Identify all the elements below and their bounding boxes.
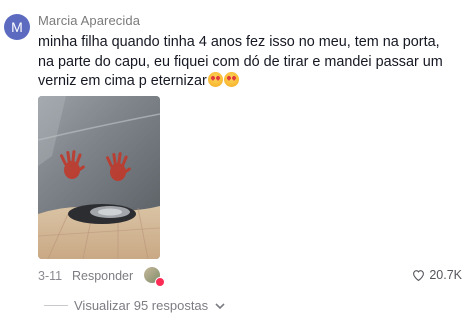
comment-avatar[interactable]: M: [4, 14, 30, 40]
comment-photo[interactable]: [38, 96, 160, 259]
heart-eyes-emoji-icon: [207, 72, 223, 87]
like-button[interactable]: 20.7K: [412, 268, 462, 282]
avatar-letter: M: [11, 19, 23, 35]
reply-button[interactable]: Responder: [72, 269, 133, 283]
comment-body: minha filha quando tinha 4 anos fez isso…: [38, 34, 443, 89]
comment-meta-row: 3-11 Responder 20.7K: [38, 267, 462, 287]
heart-eyes-emoji-icon: [223, 72, 239, 87]
view-replies-button[interactable]: Visualizar 95 respostas: [44, 298, 226, 313]
comment-date: 3-11: [38, 269, 63, 283]
car-handprints-image: [38, 96, 160, 259]
replies-divider-line: [44, 305, 68, 306]
comment-username[interactable]: Marcia Aparecida: [38, 13, 140, 28]
creator-liked-heart-badge: [155, 277, 165, 287]
view-replies-label: Visualizar 95 respostas: [74, 298, 209, 313]
comment-text: minha filha quando tinha 4 anos fez isso…: [38, 33, 458, 92]
chevron-down-icon: [215, 302, 225, 309]
like-count: 20.7K: [429, 268, 462, 282]
heart-icon: [413, 270, 425, 281]
